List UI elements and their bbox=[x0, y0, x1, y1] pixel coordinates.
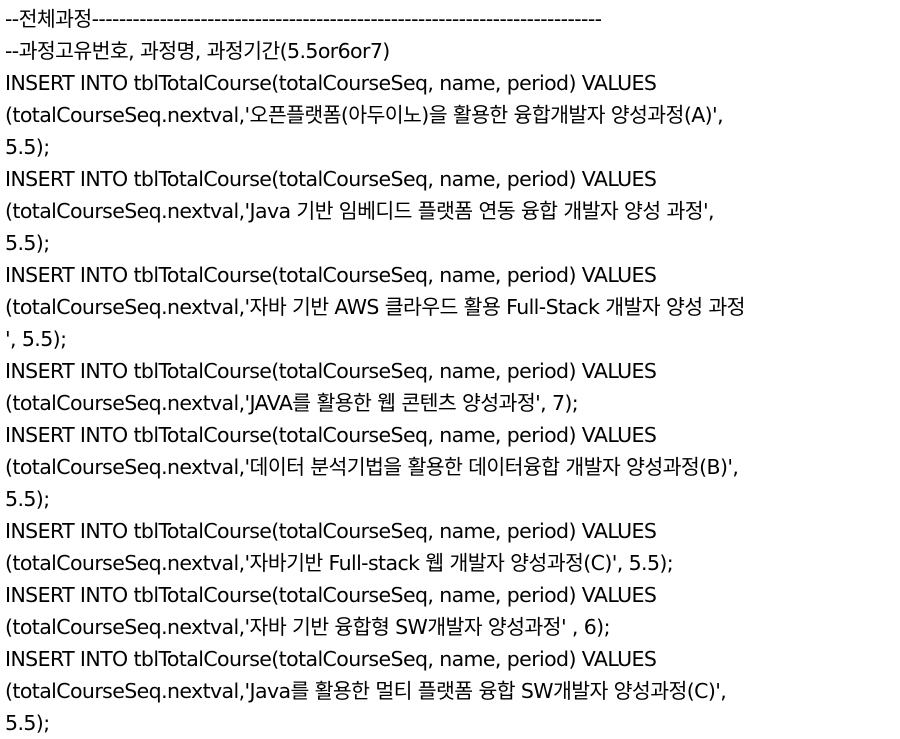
code-line: INSERT INTO tblTotalCourse(totalCourseSe… bbox=[5, 519, 657, 543]
code-line: (totalCourseSeq.nextval,'JAVA를 활용한 웹 콘텐츠… bbox=[5, 391, 579, 415]
code-line: 5.5); bbox=[5, 711, 50, 735]
code-line: INSERT INTO tblTotalCourse(totalCourseSe… bbox=[5, 647, 657, 671]
code-line: 5.5); bbox=[5, 487, 50, 511]
code-line: (totalCourseSeq.nextval,'자바 기반 AWS 클라우드 … bbox=[5, 295, 746, 319]
code-line: (totalCourseSeq.nextval,'Java를 활용한 멀티 플랫… bbox=[5, 679, 727, 703]
code-line: 5.5); bbox=[5, 135, 50, 159]
code-line: --전체과정----------------------------------… bbox=[5, 7, 602, 31]
code-line: (totalCourseSeq.nextval,'오픈플랫폼(아두이노)을 활용… bbox=[5, 103, 724, 127]
code-line: (totalCourseSeq.nextval,'데이터 분석기법을 활용한 데… bbox=[5, 455, 739, 479]
code-line: INSERT INTO tblTotalCourse(totalCourseSe… bbox=[5, 359, 657, 383]
code-line: (totalCourseSeq.nextval,'자바 기반 융합형 SW개발자… bbox=[5, 615, 610, 639]
code-line: (totalCourseSeq.nextval,'자바기반 Full-stack… bbox=[5, 551, 674, 575]
sql-script-text[interactable]: --전체과정----------------------------------… bbox=[5, 3, 897, 739]
code-line: --과정고유번호, 과정명, 과정기간(5.5or6or7) bbox=[5, 39, 390, 63]
code-line: 5.5); bbox=[5, 231, 50, 255]
code-line: (totalCourseSeq.nextval,'Java 기반 임베디드 플랫… bbox=[5, 199, 715, 223]
code-line: INSERT INTO tblTotalCourse(totalCourseSe… bbox=[5, 583, 657, 607]
code-line: INSERT INTO tblTotalCourse(totalCourseSe… bbox=[5, 167, 657, 191]
code-line: INSERT INTO tblTotalCourse(totalCourseSe… bbox=[5, 263, 657, 287]
code-line: INSERT INTO tblTotalCourse(totalCourseSe… bbox=[5, 423, 657, 447]
code-line: ', 5.5); bbox=[5, 327, 67, 351]
code-line: INSERT INTO tblTotalCourse(totalCourseSe… bbox=[5, 71, 657, 95]
